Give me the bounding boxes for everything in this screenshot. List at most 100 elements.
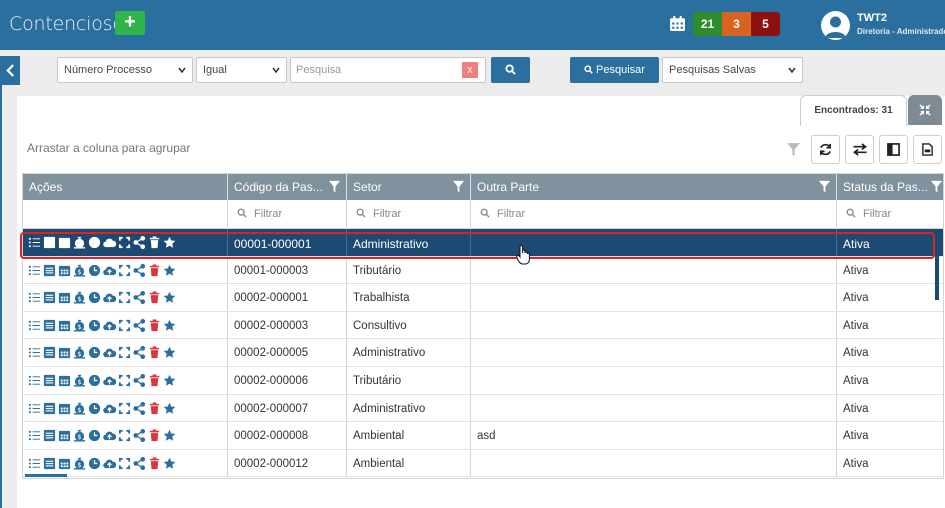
star-icon[interactable] <box>163 319 176 332</box>
list-icon[interactable] <box>43 457 56 470</box>
money-bag-icon[interactable]: $ <box>73 457 86 470</box>
filter-input-outra-parte[interactable]: Filtrar <box>471 200 837 229</box>
clock-icon[interactable] <box>88 429 101 442</box>
list-icon[interactable] <box>43 429 56 442</box>
calendar-icon[interactable] <box>58 429 71 442</box>
search-button[interactable] <box>491 57 530 83</box>
trash-icon[interactable] <box>148 429 161 442</box>
clock-icon[interactable] <box>88 291 101 304</box>
star-icon[interactable] <box>163 402 176 415</box>
cloud-upload-icon[interactable] <box>103 429 116 442</box>
clock-icon[interactable] <box>88 346 101 359</box>
calendar-icon[interactable] <box>58 264 71 277</box>
column-header-acoes[interactable]: Ações <box>23 174 228 200</box>
clear-search-button[interactable]: x <box>462 62 478 78</box>
search-input[interactable]: Pesquisa <box>290 57 486 83</box>
trash-icon[interactable] <box>148 457 161 470</box>
table-row[interactable]: $00002-000008 Ambiental asd Ativa <box>23 422 943 450</box>
cloud-upload-icon[interactable] <box>103 402 116 415</box>
cloud-upload-icon[interactable] <box>103 457 116 470</box>
refresh-button[interactable] <box>811 135 840 164</box>
swap-button[interactable] <box>845 135 874 164</box>
star-icon[interactable] <box>163 457 176 470</box>
star-icon[interactable] <box>163 346 176 359</box>
star-icon[interactable] <box>163 264 176 277</box>
money-bag-icon[interactable]: $ <box>73 402 86 415</box>
column-header-status[interactable]: Status da Pas... <box>837 174 943 200</box>
expand-icon[interactable] <box>118 374 131 387</box>
trash-icon[interactable] <box>148 346 161 359</box>
expand-icon[interactable] <box>118 429 131 442</box>
calendar-icon[interactable] <box>58 457 71 470</box>
expand-icon[interactable] <box>118 291 131 304</box>
operator-select[interactable]: Igual <box>196 57 287 83</box>
column-header-codigo[interactable]: Código da Pas... <box>228 174 347 200</box>
share-icon[interactable] <box>133 401 146 415</box>
tasks-icon[interactable] <box>28 291 41 304</box>
clock-icon[interactable] <box>88 457 101 470</box>
tasks-icon[interactable] <box>28 457 41 470</box>
saved-searches-select[interactable]: Pesquisas Salvas <box>662 57 803 83</box>
funnel-icon[interactable] <box>452 180 465 193</box>
tasks-icon[interactable] <box>28 429 41 442</box>
list-icon[interactable] <box>43 291 56 304</box>
fullscreen-button[interactable] <box>908 95 942 125</box>
badge-red[interactable]: 5 <box>751 12 780 36</box>
badge-green[interactable]: 21 <box>693 12 722 36</box>
collapse-sidebar-button[interactable] <box>0 56 20 85</box>
trash-icon[interactable] <box>148 264 161 277</box>
cloud-upload-icon[interactable] <box>103 346 116 359</box>
table-row[interactable]: $00002-000006 Tributário Ativa <box>23 367 943 395</box>
clock-icon[interactable] <box>88 402 101 415</box>
trash-icon[interactable] <box>148 402 161 415</box>
tasks-icon[interactable] <box>28 374 41 387</box>
filter-toggle-button[interactable] <box>779 135 808 164</box>
money-bag-icon[interactable]: $ <box>73 429 86 442</box>
columns-button[interactable] <box>879 135 908 164</box>
list-icon[interactable] <box>43 374 56 387</box>
expand-icon[interactable] <box>118 319 131 332</box>
money-bag-icon[interactable]: $ <box>73 291 86 304</box>
tasks-icon[interactable] <box>28 346 41 359</box>
table-row[interactable]: $00002-000007 Administrativo Ativa <box>23 394 943 423</box>
trash-icon[interactable] <box>148 291 161 304</box>
tasks-icon[interactable] <box>28 402 41 415</box>
share-icon[interactable] <box>133 263 146 277</box>
funnel-icon[interactable] <box>930 180 943 193</box>
cloud-upload-icon[interactable] <box>103 319 116 332</box>
share-icon[interactable] <box>133 291 146 305</box>
cloud-upload-icon[interactable] <box>103 291 116 304</box>
share-icon[interactable] <box>133 456 146 470</box>
filter-input-status[interactable]: Filtrar <box>837 200 943 229</box>
funnel-icon[interactable] <box>818 180 831 193</box>
calendar-icon[interactable] <box>58 402 71 415</box>
expand-icon[interactable] <box>118 346 131 359</box>
calendar-icon[interactable] <box>58 374 71 387</box>
calendar-icon[interactable] <box>58 291 71 304</box>
list-icon[interactable] <box>43 319 56 332</box>
money-bag-icon[interactable]: $ <box>73 374 86 387</box>
vertical-scrollbar[interactable] <box>935 233 939 300</box>
expand-icon[interactable] <box>118 264 131 277</box>
column-header-setor[interactable]: Setor <box>347 174 471 200</box>
star-icon[interactable] <box>163 291 176 304</box>
list-icon[interactable] <box>43 264 56 277</box>
tasks-icon[interactable] <box>28 264 41 277</box>
money-bag-icon[interactable]: $ <box>73 319 86 332</box>
star-icon[interactable] <box>163 429 176 442</box>
cloud-upload-icon[interactable] <box>103 264 116 277</box>
money-bag-icon[interactable]: $ <box>73 264 86 277</box>
money-bag-icon[interactable]: $ <box>73 346 86 359</box>
calendar-icon[interactable] <box>58 319 71 332</box>
add-button[interactable]: + <box>115 11 145 35</box>
table-row[interactable]: $00002-000005 Administrativo Ativa <box>23 339 943 367</box>
pesquisar-button[interactable]: Pesquisar <box>570 57 659 83</box>
export-button[interactable] <box>913 135 942 164</box>
star-icon[interactable] <box>163 374 176 387</box>
funnel-icon[interactable] <box>328 180 341 193</box>
table-row[interactable]: $00002-000012 Ambiental Ativa <box>23 449 943 478</box>
column-header-outra-parte[interactable]: Outra Parte <box>471 174 837 200</box>
filter-input-codigo[interactable]: Filtrar <box>228 200 347 229</box>
field-select[interactable]: Número Processo <box>57 57 193 83</box>
trash-icon[interactable] <box>148 374 161 387</box>
